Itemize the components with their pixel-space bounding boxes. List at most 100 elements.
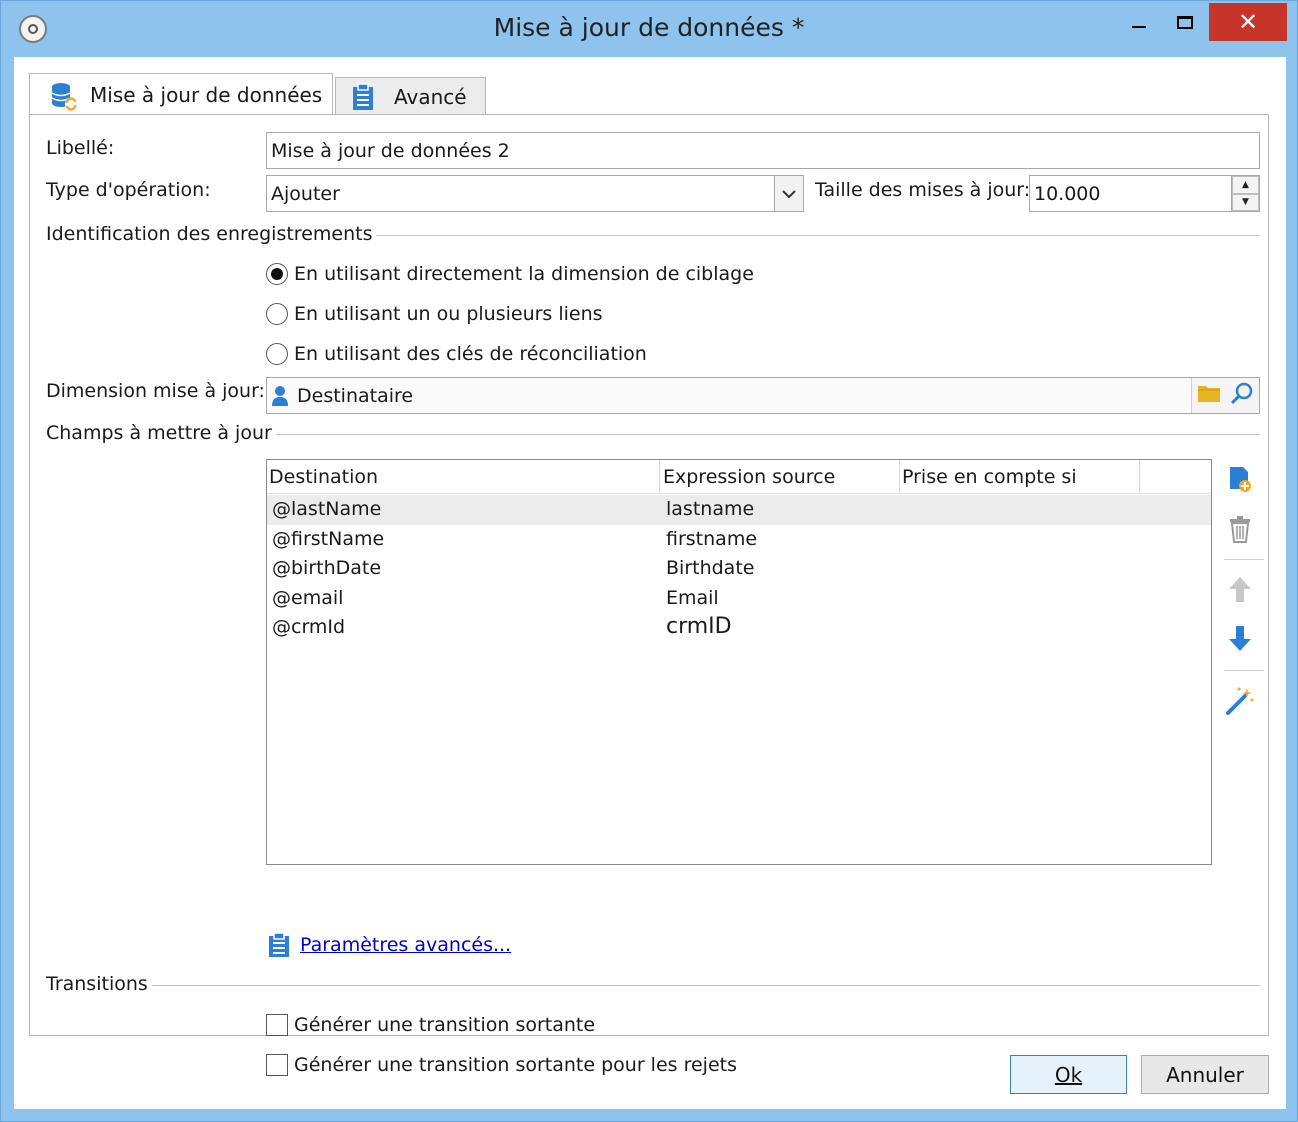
dimension-actions <box>1191 378 1259 413</box>
identification-heading: Identification des enregistrements <box>46 223 377 245</box>
cell-destination: @firstName <box>272 528 385 550</box>
radio-label: En utilisant un ou plusieurs liens <box>294 303 603 325</box>
add-field-icon <box>1227 465 1253 498</box>
radio-targeting-dimension[interactable]: En utilisant directement la dimension de… <box>266 261 754 287</box>
clipboard-link-icon <box>267 932 291 963</box>
batch-size-stepper[interactable]: 10.000 ▲ ▼ <box>1029 175 1260 212</box>
magic-wand-icon <box>1225 686 1255 721</box>
move-down-button[interactable] <box>1220 621 1260 661</box>
radio-links[interactable]: En utilisant un ou plusieurs liens <box>266 301 603 327</box>
checkbox[interactable] <box>266 1014 288 1036</box>
fields-section: Champs à mettre à jour <box>46 422 1260 446</box>
tab-label: Avancé <box>394 84 467 109</box>
checkbox-label: Générer une transition sortante <box>294 1014 596 1036</box>
title-bar[interactable]: Mise à jour de données * ✕ <box>1 1 1297 57</box>
spinner-buttons: ▲ ▼ <box>1231 176 1259 211</box>
cell-destination: @email <box>272 587 344 609</box>
column-header-destination[interactable]: Destination <box>269 466 378 488</box>
radio-button[interactable] <box>266 303 288 325</box>
checkbox-outbound-transition[interactable]: Générer une transition sortante <box>266 1012 595 1038</box>
libelle-label: Libellé: <box>46 137 115 159</box>
checkbox-rejects-transition[interactable]: Générer une transition sortante pour les… <box>266 1052 737 1078</box>
arrow-down-icon <box>1228 625 1252 658</box>
table-row[interactable]: @crmId crmID <box>267 613 1211 643</box>
column-header-condition[interactable]: Prise en compte si <box>902 466 1077 488</box>
chevron-down-icon[interactable] <box>774 176 803 211</box>
window-title: Mise à jour de données * <box>493 13 805 42</box>
toolbar-separator <box>1224 670 1264 671</box>
cell-source: crmID <box>666 614 732 639</box>
maximize-button[interactable] <box>1163 5 1207 39</box>
cell-source: Birthdate <box>666 557 755 579</box>
folder-icon[interactable] <box>1197 383 1221 408</box>
operation-type-label: Type d'opération: <box>46 179 211 201</box>
column-header-source[interactable]: Expression source <box>663 466 835 488</box>
database-sync-icon <box>50 81 77 111</box>
radio-button[interactable] <box>266 263 288 285</box>
operation-type-value: Ajouter <box>271 182 340 205</box>
batch-size-label: Taille des mises à jour: <box>815 179 1031 201</box>
maximize-icon <box>1177 15 1193 29</box>
checkbox[interactable] <box>266 1054 288 1076</box>
cell-source: lastname <box>666 498 755 520</box>
cell-source: Email <box>666 587 719 609</box>
table-row[interactable]: @lastName lastname <box>267 495 1211 525</box>
cancel-button[interactable]: Annuler <box>1141 1055 1269 1094</box>
fields-heading: Champs à mettre à jour <box>46 422 276 444</box>
magnifier-icon[interactable] <box>1230 382 1254 409</box>
dialog-client-area: Mise à jour de données Avancé Libellé: M… <box>14 57 1286 1109</box>
tab-panel: Libellé: Mise à jour de données 2 Type d… <box>29 114 1269 1076</box>
transitions-section: Transitions <box>46 973 1260 997</box>
cell-destination: @crmId <box>272 616 346 638</box>
ok-button[interactable]: Ok <box>1010 1055 1127 1094</box>
clipboard-icon <box>350 82 376 111</box>
minimize-icon <box>1132 26 1146 28</box>
identification-section: Identification des enregistrements <box>46 223 1260 247</box>
cell-source: firstname <box>666 528 758 550</box>
person-icon <box>271 385 289 407</box>
radio-reconciliation-keys[interactable]: En utilisant des clés de réconciliation <box>266 341 647 367</box>
cancel-label: Annuler <box>1166 1062 1244 1087</box>
close-button[interactable]: ✕ <box>1209 3 1287 41</box>
tab-avance[interactable]: Avancé <box>335 77 486 115</box>
delete-button[interactable] <box>1220 511 1260 551</box>
tab-label: Mise à jour de données <box>90 82 323 107</box>
trash-icon <box>1228 515 1252 548</box>
toolbar-separator <box>1224 559 1264 560</box>
cell-destination: @lastName <box>272 498 382 520</box>
advanced-settings-link[interactable]: Paramètres avancés... <box>300 934 511 956</box>
transitions-heading: Transitions <box>46 973 152 995</box>
checkbox-label: Générer une transition sortante pour les… <box>294 1054 737 1076</box>
libelle-input[interactable]: Mise à jour de données 2 <box>266 132 1260 169</box>
batch-size-value: 10.000 <box>1034 182 1101 205</box>
close-icon: ✕ <box>1237 8 1259 36</box>
ok-label: Ok <box>1054 1062 1083 1087</box>
column-separator[interactable] <box>899 460 900 494</box>
minimize-button[interactable] <box>1119 5 1159 39</box>
table-row[interactable]: @firstName firstname <box>267 525 1211 555</box>
column-separator[interactable] <box>1139 460 1140 494</box>
tab-mise-a-jour[interactable]: Mise à jour de données <box>29 73 333 115</box>
section-divider <box>46 985 1260 986</box>
add-field-button[interactable] <box>1220 461 1260 501</box>
dimension-label: Dimension mise à jour: <box>46 380 265 402</box>
dialog-window: Mise à jour de données * ✕ Mise à jour d… <box>0 0 1298 1122</box>
libelle-value: Mise à jour de données 2 <box>271 139 510 162</box>
arrow-up-icon <box>1228 575 1252 608</box>
auto-generate-button[interactable] <box>1220 683 1260 723</box>
dimension-value: Destinataire <box>297 384 414 407</box>
move-up-button[interactable] <box>1220 571 1260 611</box>
table-row[interactable]: @email Email <box>267 584 1211 614</box>
dimension-field[interactable]: Destinataire <box>266 377 1260 414</box>
radio-button[interactable] <box>266 343 288 365</box>
table-row[interactable]: @birthDate Birthdate <box>267 554 1211 584</box>
radio-label: En utilisant des clés de réconciliation <box>294 343 647 365</box>
spinner-down-icon[interactable]: ▼ <box>1232 193 1259 211</box>
radio-label: En utilisant directement la dimension de… <box>294 263 754 285</box>
operation-type-select[interactable]: Ajouter <box>266 175 804 212</box>
spinner-up-icon[interactable]: ▲ <box>1232 176 1259 194</box>
fields-grid[interactable]: Destination Expression source Prise en c… <box>266 459 1212 865</box>
grid-header: Destination Expression source Prise en c… <box>267 460 1211 494</box>
cell-destination: @birthDate <box>272 557 382 579</box>
column-separator[interactable] <box>659 460 660 494</box>
